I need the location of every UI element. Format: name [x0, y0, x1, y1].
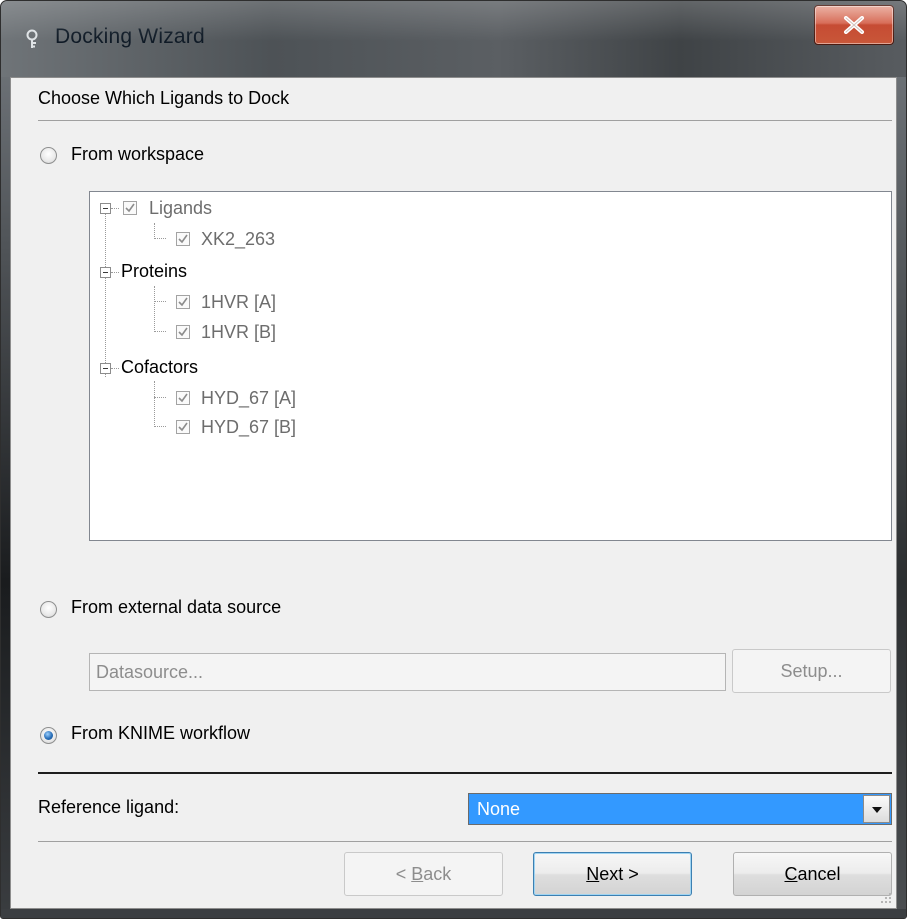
collapse-proteins-toggle[interactable] [100, 267, 111, 278]
check-icon [178, 234, 188, 244]
button-row-divider [38, 841, 892, 842]
back-button-prefix: < [395, 864, 412, 884]
tree-node-xk2-263[interactable]: XK2_263 [201, 228, 275, 250]
next-button[interactable]: Next > [533, 852, 692, 896]
tree-connector [154, 286, 155, 330]
external-source-radio-label[interactable]: From external data source [71, 597, 281, 618]
knime-workflow-radio[interactable] [40, 727, 57, 744]
tree-connector [154, 331, 166, 332]
knime-workflow-radio-label[interactable]: From KNIME workflow [71, 723, 250, 744]
cancel-button-mnemonic: C [784, 864, 798, 884]
workspace-tree[interactable]: Ligands XK2_263 Proteins 1HVR [A] 1HVR [… [89, 191, 892, 541]
tree-connector [154, 301, 166, 302]
heading-divider [38, 120, 892, 121]
collapse-cofactors-toggle[interactable] [100, 363, 111, 374]
window-title: Docking Wizard [55, 25, 205, 48]
tree-node-hyd67-b[interactable]: HYD_67 [B] [201, 416, 296, 438]
collapse-ligands-toggle[interactable] [100, 203, 111, 214]
window-border-left [1, 77, 10, 918]
datasource-field[interactable]: Datasource... [89, 653, 726, 691]
window-border-right [897, 77, 906, 918]
cofactor-hyd67-b-checkbox[interactable] [176, 420, 190, 434]
check-icon [178, 327, 188, 337]
page-heading: Choose Which Ligands to Dock [38, 88, 290, 108]
tree-node-hyd67-a[interactable]: HYD_67 [A] [201, 387, 296, 409]
tree-connector [111, 272, 119, 273]
docking-wizard-window: Docking Wizard Choose Which Ligands to D… [0, 0, 907, 919]
reference-ligand-value: None [477, 799, 521, 819]
tree-connector [154, 397, 166, 398]
check-icon [125, 203, 135, 213]
chevron-down-icon[interactable] [863, 795, 890, 823]
cofactor-hyd67-a-checkbox[interactable] [176, 391, 190, 405]
tree-node-ligands[interactable]: Ligands [149, 197, 212, 219]
tree-connector [111, 368, 119, 369]
check-icon [178, 297, 188, 307]
cancel-button[interactable]: Cancel [733, 852, 892, 896]
back-button-rest: ack [423, 864, 452, 884]
window-border-bottom [1, 909, 906, 918]
workspace-radio[interactable] [40, 147, 57, 164]
ligand-xk2-263-checkbox[interactable] [176, 232, 190, 246]
footer-divider [38, 772, 892, 774]
check-icon [178, 393, 188, 403]
reference-ligand-dropdown[interactable]: None [468, 793, 892, 825]
tree-connector [111, 208, 119, 209]
next-button-rest: ext > [599, 864, 639, 884]
resize-grip-icon[interactable] [878, 890, 892, 904]
protein-1hvr-b-checkbox[interactable] [176, 325, 190, 339]
tree-connector [154, 381, 155, 425]
ligands-checkbox[interactable] [123, 201, 137, 215]
tree-node-proteins[interactable]: Proteins [121, 260, 187, 282]
tree-node-1hvr-a[interactable]: 1HVR [A] [201, 291, 276, 313]
setup-button[interactable]: Setup... [732, 649, 891, 693]
key-icon [24, 28, 46, 50]
protein-1hvr-a-checkbox[interactable] [176, 295, 190, 309]
back-button-mnemonic: B [411, 864, 424, 884]
close-icon [844, 16, 864, 34]
external-source-radio[interactable] [40, 601, 57, 618]
reference-ligand-label: Reference ligand: [38, 797, 180, 817]
tree-connector [154, 426, 166, 427]
next-button-mnemonic: N [586, 864, 600, 884]
workspace-radio-label[interactable]: From workspace [71, 144, 204, 165]
check-icon [178, 422, 188, 432]
cancel-button-rest: ancel [797, 864, 841, 884]
wizard-content: Choose Which Ligands to Dock From worksp… [10, 77, 897, 909]
tree-node-1hvr-b[interactable]: 1HVR [B] [201, 321, 276, 343]
title-bar[interactable]: Docking Wizard [1, 1, 906, 77]
tree-node-cofactors[interactable]: Cofactors [121, 356, 198, 378]
tree-connector [105, 214, 106, 377]
close-button[interactable] [814, 5, 894, 45]
tree-connector [154, 223, 155, 237]
tree-connector [154, 238, 166, 239]
back-button[interactable]: < Back [344, 852, 503, 896]
